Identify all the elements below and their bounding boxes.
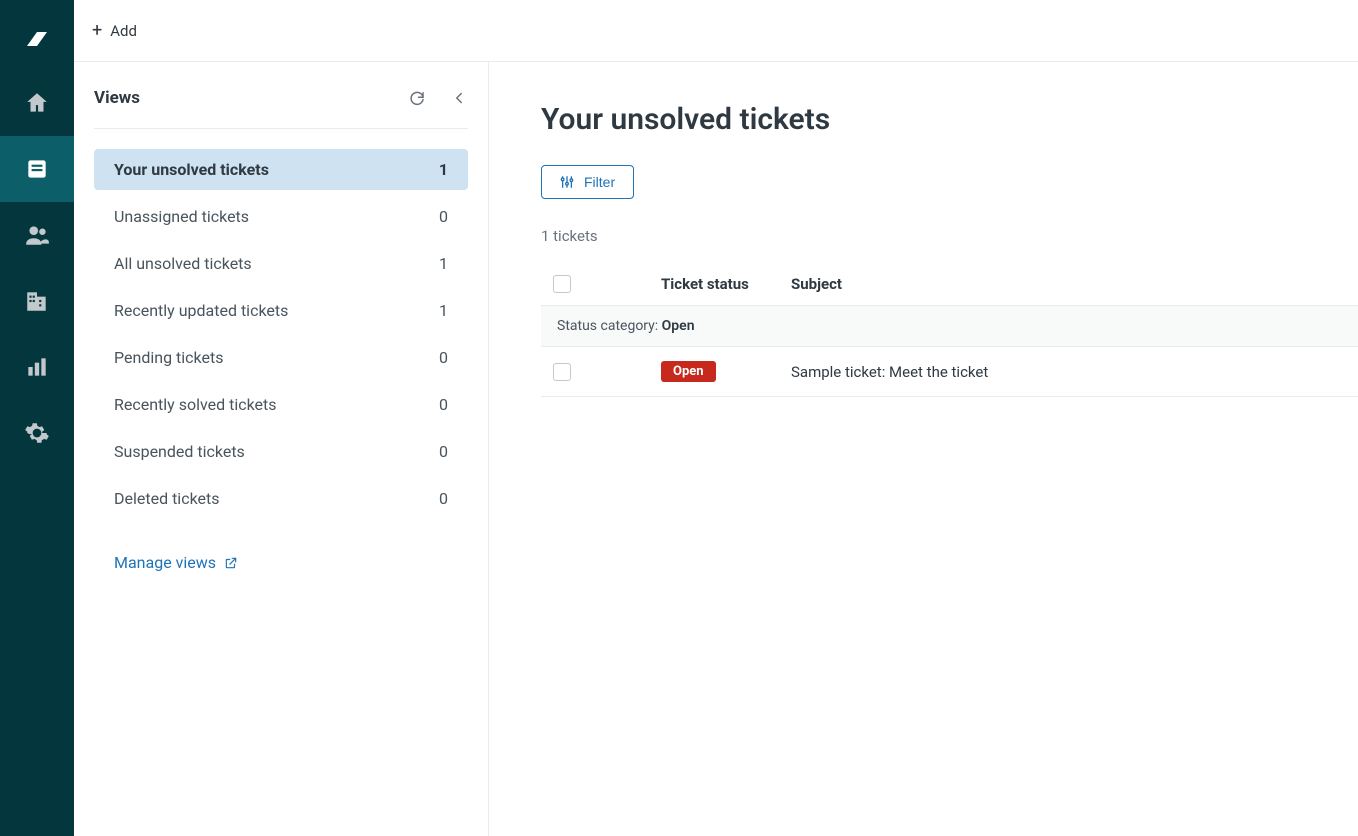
view-item-count: 0	[439, 207, 448, 226]
ticket-count: 1 tickets	[541, 227, 1358, 245]
filter-button[interactable]: Filter	[541, 165, 634, 199]
status-badge: Open	[661, 361, 716, 382]
select-all-checkbox[interactable]	[553, 275, 571, 293]
view-item-count: 0	[439, 442, 448, 461]
list-icon	[24, 156, 50, 182]
group-header: Status category: Open	[541, 305, 1358, 347]
view-item-count: 1	[439, 301, 448, 320]
nav-customers[interactable]	[0, 202, 74, 268]
sliders-icon	[560, 175, 574, 189]
view-item-label: Deleted tickets	[114, 489, 220, 508]
view-list: Your unsolved tickets 1 Unassigned tickets…	[94, 149, 468, 519]
plus-icon: +	[92, 22, 102, 40]
view-item-label: Suspended tickets	[114, 442, 245, 461]
building-icon	[24, 288, 50, 314]
view-item-0[interactable]: Your unsolved tickets 1	[94, 149, 468, 190]
view-item-3[interactable]: Recently updated tickets 1	[94, 290, 468, 331]
view-item-6[interactable]: Suspended tickets 0	[94, 431, 468, 472]
view-item-label: Recently updated tickets	[114, 301, 288, 320]
views-sidebar: Views Your unsolved tickets 1 Unassigned t…	[74, 62, 489, 836]
view-item-2[interactable]: All unsolved tickets 1	[94, 243, 468, 284]
bar-chart-icon	[24, 354, 50, 380]
top-bar: + Add	[74, 0, 1358, 62]
nav-organizations[interactable]	[0, 268, 74, 334]
view-item-1[interactable]: Unassigned tickets 0	[94, 196, 468, 237]
view-item-count: 1	[439, 254, 448, 273]
add-button[interactable]: + Add	[92, 22, 137, 40]
view-item-label: All unsolved tickets	[114, 254, 252, 273]
nav-reporting[interactable]	[0, 334, 74, 400]
filter-button-label: Filter	[584, 174, 615, 190]
view-item-5[interactable]: Recently solved tickets 0	[94, 384, 468, 425]
ticket-row[interactable]: Open Sample ticket: Meet the ticket	[541, 347, 1358, 397]
nav-admin[interactable]	[0, 400, 74, 466]
people-icon	[24, 222, 50, 248]
view-item-count: 0	[439, 395, 448, 414]
ticket-list-panel: Your unsolved tickets Filter 1 tickets T…	[489, 62, 1358, 836]
column-header-status[interactable]: Ticket status	[661, 275, 791, 293]
group-value: Open	[662, 318, 695, 334]
row-checkbox[interactable]	[553, 363, 571, 381]
chevron-left-icon	[450, 89, 468, 107]
nav-home[interactable]	[0, 70, 74, 136]
view-item-count: 0	[439, 489, 448, 508]
sidebar-title: Views	[94, 88, 140, 108]
nav-views[interactable]	[0, 136, 74, 202]
add-button-label: Add	[110, 22, 137, 40]
view-item-7[interactable]: Deleted tickets 0	[94, 478, 468, 519]
zendesk-logo-icon	[24, 26, 50, 52]
group-prefix: Status category:	[557, 318, 662, 334]
view-item-label: Unassigned tickets	[114, 207, 249, 226]
external-link-icon	[224, 556, 238, 570]
view-item-count: 0	[439, 348, 448, 367]
gear-icon	[24, 420, 50, 446]
primary-nav-rail	[0, 0, 74, 836]
view-item-label: Recently solved tickets	[114, 395, 277, 414]
collapse-sidebar-button[interactable]	[450, 89, 468, 107]
manage-views-label: Manage views	[114, 553, 216, 572]
home-icon	[24, 90, 50, 116]
refresh-button[interactable]	[408, 89, 426, 107]
brand-logo[interactable]	[0, 14, 74, 64]
view-item-count: 1	[439, 160, 448, 179]
table-header: Ticket status Subject	[541, 263, 1358, 305]
view-item-4[interactable]: Pending tickets 0	[94, 337, 468, 378]
refresh-icon	[408, 89, 426, 107]
page-title: Your unsolved tickets	[541, 102, 1358, 137]
view-item-label: Pending tickets	[114, 348, 223, 367]
manage-views-link[interactable]: Manage views	[114, 553, 238, 572]
view-item-label: Your unsolved tickets	[114, 160, 269, 179]
ticket-subject: Sample ticket: Meet the ticket	[791, 363, 988, 381]
column-header-subject[interactable]: Subject	[791, 275, 1358, 293]
